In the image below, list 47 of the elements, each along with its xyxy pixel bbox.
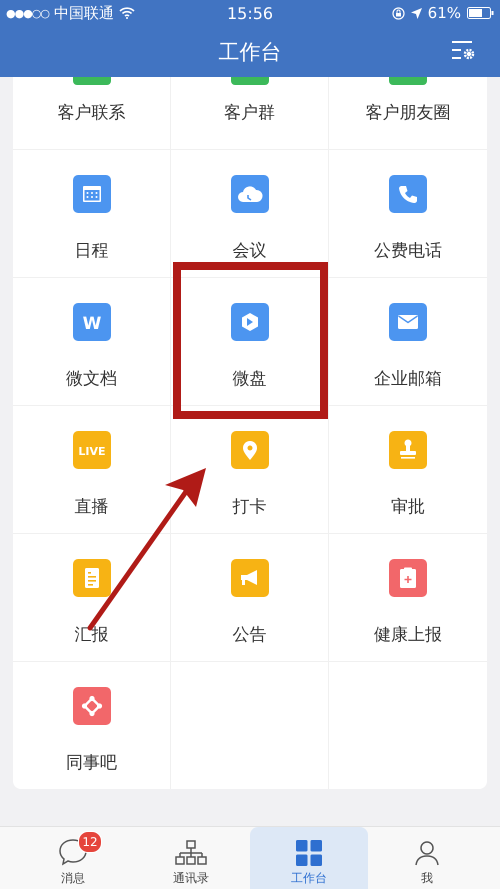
rotation-lock-icon <box>392 6 405 20</box>
app-label[interactable]: 微盘 <box>232 367 266 390</box>
app-icon[interactable] <box>72 559 110 597</box>
app-icon[interactable] <box>72 77 110 85</box>
grid-icon <box>296 840 322 866</box>
tab-button[interactable]: 工作台 <box>250 827 368 889</box>
battery-icon <box>467 7 494 19</box>
app-label[interactable]: 健康上报 <box>374 623 442 646</box>
clock-time: 15:56 <box>226 4 274 22</box>
app-label[interactable]: 客户朋友圈 <box>366 101 450 124</box>
app-label[interactable]: 直播 <box>74 495 108 518</box>
person-icon <box>414 840 440 866</box>
app-label[interactable]: 企业邮箱 <box>374 367 442 390</box>
app-icon[interactable] <box>389 175 427 213</box>
location-arrow-icon <box>410 8 422 18</box>
app-label[interactable]: 日程 <box>74 239 108 262</box>
app-icon[interactable] <box>230 77 268 85</box>
app-label[interactable]: 同事吧 <box>66 751 117 774</box>
org-chart-icon <box>175 840 207 866</box>
app-icon[interactable] <box>230 175 268 213</box>
app-label[interactable]: 公费电话 <box>374 239 442 262</box>
page-title: 工作台 <box>218 38 282 66</box>
app-label[interactable]: 公告 <box>232 623 266 646</box>
unread-badge: 12 <box>78 831 102 853</box>
app-icon[interactable] <box>389 77 427 85</box>
carrier-name: 中国联通 <box>54 4 114 22</box>
app-label[interactable]: 会议 <box>232 239 266 262</box>
app-icon[interactable] <box>389 559 427 597</box>
signal-strength: ●●●○○ <box>6 6 49 20</box>
app-label[interactable]: 客户群 <box>224 101 275 124</box>
app-icon[interactable] <box>72 687 110 725</box>
app-label[interactable]: 客户联系 <box>58 101 126 124</box>
app-icon[interactable] <box>389 303 427 341</box>
tab-button[interactable]: 消息 12 <box>14 827 132 889</box>
settings-icon[interactable] <box>452 40 476 62</box>
app-label[interactable]: 打卡 <box>232 495 266 518</box>
wifi-icon <box>119 7 135 19</box>
app-icon[interactable] <box>230 431 268 469</box>
app-label[interactable]: 审批 <box>391 495 425 518</box>
app-label[interactable]: 微文档 <box>66 367 117 390</box>
tab-button[interactable]: 通讯录 <box>132 827 250 889</box>
tab-button[interactable]: 我 <box>368 827 486 889</box>
battery-percent: 61% <box>428 4 462 22</box>
app-icon[interactable] <box>230 303 268 341</box>
app-icon[interactable] <box>72 175 110 213</box>
app-icon[interactable] <box>389 431 427 469</box>
app-icon[interactable] <box>230 559 268 597</box>
